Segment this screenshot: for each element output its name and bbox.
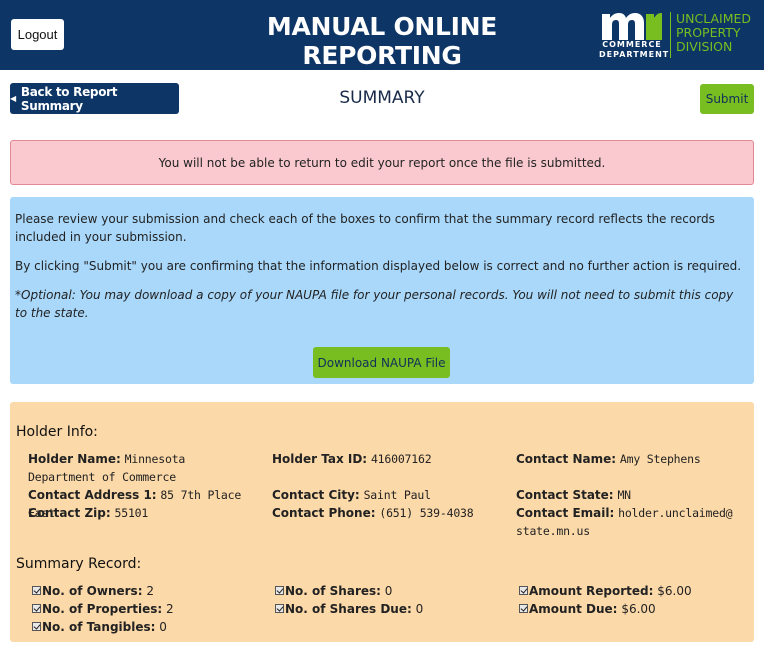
contact-zip-label: Contact Zip: bbox=[28, 506, 111, 520]
contact-phone-field: Contact Phone: (651) 539-4038 bbox=[272, 504, 502, 522]
contact-city-label: Contact City: bbox=[272, 488, 360, 502]
tangibles-label: No. of Tangibles: bbox=[42, 620, 156, 634]
warning-alert: You will not be able to return to edit y… bbox=[10, 140, 754, 185]
amount-reported-row: Amount Reported: $6.00 bbox=[519, 582, 692, 600]
back-button-label: Back to Report Summary bbox=[20, 84, 118, 113]
logout-button[interactable]: Logout bbox=[11, 19, 64, 50]
contact-city-value: Saint Paul bbox=[363, 488, 431, 502]
holder-tax-id-label: Holder Tax ID: bbox=[272, 452, 368, 466]
amount-due-value: $6.00 bbox=[621, 602, 656, 616]
contact-email-field: Contact Email: holder.unclaimed@state.mn… bbox=[516, 504, 738, 540]
contact-name-field: Contact Name: Amy Stephens bbox=[516, 450, 746, 468]
mn-commerce-logo: COMMERCE DEPARTMENT UNCLAIMED PROPERTY D… bbox=[596, 8, 760, 64]
tangibles-row: No. of Tangibles: 0 bbox=[32, 618, 167, 636]
shares-due-checkbox[interactable] bbox=[275, 604, 284, 613]
owners-row: No. of Owners: 2 bbox=[32, 582, 154, 600]
holder-tax-id-value: 416007162 bbox=[370, 452, 432, 466]
contact-zip-field: Contact Zip: 55101 bbox=[28, 504, 258, 522]
amount-due-label: Amount Due: bbox=[529, 602, 618, 616]
logo-commerce-text: COMMERCE DEPARTMENT bbox=[599, 40, 668, 60]
holder-summary-panel: Holder Info: Holder Name: Minnesota Depa… bbox=[10, 402, 754, 642]
properties-row: No. of Properties: 2 bbox=[32, 600, 174, 618]
holder-info-heading: Holder Info: bbox=[16, 424, 98, 440]
logo-unclaimed-text: UNCLAIMED PROPERTY DIVISION bbox=[676, 11, 752, 54]
page-header-title: MANUAL ONLINE REPORTING bbox=[266, 12, 498, 70]
contact-name-label: Contact Name: bbox=[516, 452, 617, 466]
properties-label: No. of Properties: bbox=[42, 602, 163, 616]
info-paragraph-review: Please review your submission and check … bbox=[15, 212, 715, 244]
holder-name-label: Holder Name: bbox=[28, 452, 121, 466]
app-header: Logout MANUAL ONLINE REPORTING COMMERCE … bbox=[0, 0, 764, 70]
mn-logo-icon bbox=[602, 13, 662, 40]
contact-state-value: MN bbox=[617, 488, 631, 502]
contact-address-label: Contact Address 1: bbox=[28, 488, 157, 502]
shares-row: No. of Shares: 0 bbox=[275, 582, 392, 600]
tangibles-checkbox[interactable] bbox=[32, 622, 41, 631]
contact-zip-value: 55101 bbox=[114, 506, 149, 520]
contact-phone-label: Contact Phone: bbox=[272, 506, 376, 520]
contact-name-value: Amy Stephens bbox=[619, 452, 701, 466]
owners-label: No. of Owners: bbox=[42, 584, 143, 598]
contact-state-field: Contact State: MN bbox=[516, 486, 746, 504]
contact-city-field: Contact City: Saint Paul bbox=[272, 486, 502, 504]
amount-reported-value: $6.00 bbox=[657, 584, 692, 598]
holder-tax-id-field: Holder Tax ID: 416007162 bbox=[272, 450, 502, 468]
download-naupa-button[interactable]: Download NAUPA File bbox=[313, 347, 450, 378]
owners-checkbox[interactable] bbox=[32, 586, 41, 595]
contact-state-label: Contact State: bbox=[516, 488, 614, 502]
contact-email-label: Contact Email: bbox=[516, 506, 615, 520]
tangibles-value: 0 bbox=[159, 620, 167, 634]
amount-reported-checkbox[interactable] bbox=[519, 586, 528, 595]
shares-due-value: 0 bbox=[415, 602, 424, 616]
amount-due-checkbox[interactable] bbox=[519, 604, 528, 613]
warning-text: You will not be able to return to edit y… bbox=[158, 155, 606, 170]
info-paragraph-submit: By clicking "Submit" you are confirming … bbox=[15, 259, 742, 273]
holder-name-field: Holder Name: Minnesota Department of Com… bbox=[28, 450, 253, 486]
properties-value: 2 bbox=[166, 602, 174, 616]
shares-due-label: No. of Shares Due: bbox=[285, 602, 412, 616]
shares-value: 0 bbox=[384, 584, 393, 598]
page-title: SUMMARY bbox=[339, 88, 425, 108]
properties-checkbox[interactable] bbox=[32, 604, 41, 613]
back-to-report-summary-button[interactable]: ◀ Back to Report Summary bbox=[10, 83, 179, 114]
submit-button[interactable]: Submit bbox=[700, 84, 754, 114]
shares-label: No. of Shares: bbox=[285, 584, 381, 598]
contact-phone-value: (651) 539-4038 bbox=[379, 506, 474, 520]
caret-left-icon: ◀ bbox=[10, 94, 16, 103]
owners-value: 2 bbox=[146, 584, 154, 598]
shares-checkbox[interactable] bbox=[275, 586, 284, 595]
amount-reported-label: Amount Reported: bbox=[529, 584, 654, 598]
logo-commerce-label: COMMERCE DEPARTMENT bbox=[599, 40, 670, 59]
logo-divider bbox=[670, 12, 671, 58]
shares-due-row: No. of Shares Due: 0 bbox=[275, 600, 423, 618]
summary-record-heading: Summary Record: bbox=[16, 556, 142, 572]
info-panel: Please review your submission and check … bbox=[10, 197, 754, 384]
amount-due-row: Amount Due: $6.00 bbox=[519, 600, 656, 618]
info-paragraph-optional: *Optional: You may download a copy of yo… bbox=[15, 288, 734, 320]
